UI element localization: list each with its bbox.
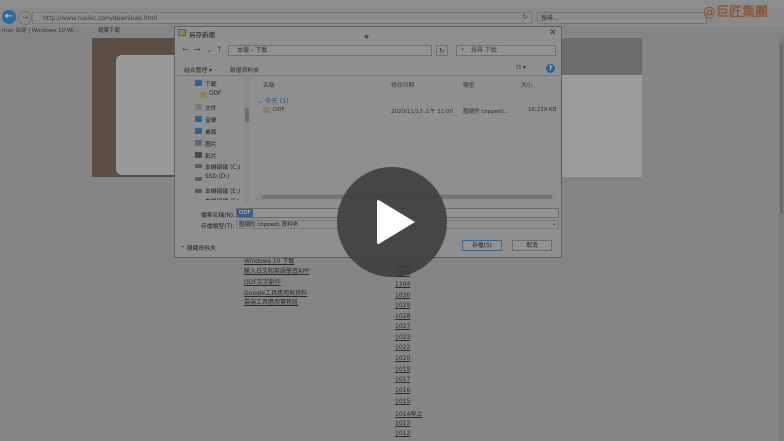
page-number-link[interactable]: 1019 bbox=[395, 366, 410, 373]
new-folder-button[interactable]: 新增資料夾 bbox=[230, 65, 259, 74]
file-name: ODF bbox=[273, 107, 285, 113]
chevron-down-icon[interactable]: ⌄ bbox=[552, 220, 557, 227]
play-icon[interactable] bbox=[377, 199, 415, 245]
page-number-link[interactable]: 1014早上 bbox=[395, 409, 422, 418]
folder-icon bbox=[200, 92, 207, 98]
nav-item-drive-f[interactable]: 本機磁碟 (F:) bbox=[205, 196, 239, 200]
page-link[interactable]: 輸入日文和英語學習APP bbox=[244, 266, 309, 275]
file-type-label: 存檔類型(T): bbox=[201, 224, 235, 230]
refresh-icon[interactable]: ↻ bbox=[522, 13, 528, 21]
nav-item-desktop[interactable]: 桌面 bbox=[205, 127, 217, 136]
nav-item-drive-c[interactable]: 本機磁碟 (C:) bbox=[205, 162, 241, 171]
nav-item-drive-d[interactable]: SSD (D:) bbox=[205, 174, 230, 180]
filename-label: 檔案名稱(N): bbox=[201, 213, 236, 219]
forward-arrow-icon[interactable]: → bbox=[194, 45, 201, 54]
mouse-cursor-icon: ⌖ bbox=[364, 33, 370, 43]
zip-folder-icon bbox=[263, 107, 270, 113]
nav-item-odf[interactable]: ODF bbox=[209, 91, 221, 97]
browser-search-input[interactable]: 搜尋... bbox=[537, 12, 707, 24]
page-number-link[interactable]: 1023 bbox=[395, 334, 410, 341]
nav-item-downloads[interactable]: 下載 bbox=[205, 79, 217, 88]
page-number-link[interactable]: 1012 bbox=[395, 430, 410, 437]
page-number-link[interactable]: 1027 bbox=[395, 323, 410, 330]
drive-icon bbox=[195, 164, 202, 168]
file-type: 壓縮的 (zipped)... bbox=[463, 109, 510, 115]
page-number-link[interactable]: 1015 bbox=[395, 398, 410, 405]
page-number-link[interactable]: 1022 bbox=[395, 344, 410, 351]
music-icon bbox=[195, 116, 202, 122]
recent-chevron-icon[interactable]: ⌄ bbox=[206, 45, 213, 54]
document-icon bbox=[195, 104, 202, 110]
save-button[interactable]: 存檔(S) bbox=[462, 240, 502, 251]
group-header-today[interactable]: ⌄ 今天 (1) bbox=[257, 95, 289, 105]
page-number-link[interactable]: 1013 bbox=[395, 420, 410, 427]
download-icon bbox=[195, 80, 202, 86]
file-modified: 2020/11/13 上午 11:00 bbox=[391, 109, 454, 115]
nav-scrollbar-thumb[interactable] bbox=[245, 108, 249, 122]
nav-scrollbar[interactable] bbox=[244, 76, 250, 204]
column-header-name[interactable]: 名稱 bbox=[263, 80, 275, 89]
dialog-search-input[interactable]: 搜尋 下載 bbox=[456, 45, 556, 56]
nav-item-pictures[interactable]: 圖片 bbox=[205, 139, 217, 148]
tab-download[interactable]: 檔案下載 bbox=[98, 27, 168, 36]
tab-msn[interactable]: msn 台灣 | Windows 10 Wi... bbox=[2, 27, 94, 36]
page-number-link[interactable]: 1028 bbox=[395, 313, 410, 320]
organize-button[interactable]: 組合管理 ▾ bbox=[184, 65, 212, 74]
page-scrollbar-thumb[interactable] bbox=[780, 44, 783, 214]
picture-icon bbox=[195, 140, 202, 146]
cancel-button[interactable]: 取消 bbox=[512, 240, 552, 251]
page-number-link[interactable]: 1020 bbox=[395, 355, 410, 362]
url-input[interactable]: http://www.ruelec.com/download.html bbox=[32, 12, 532, 24]
view-options-button[interactable]: ☷ ▾ bbox=[516, 65, 526, 71]
filename-value[interactable]: ODF bbox=[237, 209, 253, 217]
page-number-link[interactable]: 1029 bbox=[395, 302, 410, 309]
forward-button[interactable]: → bbox=[18, 11, 32, 25]
folder-icon bbox=[178, 29, 186, 36]
page-number-link[interactable]: 1030 bbox=[395, 292, 410, 299]
refresh-icon[interactable]: ↻ bbox=[436, 45, 448, 56]
breadcrumb-item[interactable]: 下載 bbox=[255, 47, 267, 54]
column-header-size[interactable]: 大小 bbox=[521, 80, 533, 89]
hide-folders-button[interactable]: ⌃ 隱藏資料夾 bbox=[180, 243, 216, 252]
up-arrow-icon[interactable]: ↑ bbox=[216, 45, 223, 54]
file-size: 18,229 KB bbox=[528, 107, 557, 113]
video-icon bbox=[195, 152, 202, 158]
keyboard-image bbox=[555, 75, 642, 177]
breadcrumb[interactable]: 本機 › 下載 bbox=[228, 45, 432, 56]
page-link[interactable]: 雲端工具應用實務班 bbox=[244, 297, 298, 306]
page-link[interactable]: ODF文字創作 bbox=[244, 277, 281, 286]
drive-icon bbox=[195, 189, 202, 193]
nav-item-drive-e[interactable]: 本機磁碟 (E:) bbox=[205, 186, 240, 195]
nav-item-music[interactable]: 音樂 bbox=[205, 115, 217, 124]
back-arrow-icon[interactable]: ← bbox=[182, 45, 189, 54]
back-button[interactable]: ← bbox=[2, 10, 16, 24]
desktop-icon bbox=[195, 128, 202, 134]
column-header-modified[interactable]: 修改日期 bbox=[391, 80, 414, 89]
page-number-link[interactable]: 1016 bbox=[395, 387, 410, 394]
page-number-link[interactable]: 1104 bbox=[395, 281, 410, 288]
search-icon: ⌕ bbox=[461, 46, 465, 53]
help-button[interactable]: ? bbox=[546, 64, 555, 73]
nav-item-documents[interactable]: 文件 bbox=[205, 103, 217, 112]
brand-watermark: @巨匠集團 bbox=[703, 5, 769, 20]
close-button[interactable]: ✕ bbox=[549, 28, 557, 38]
page-link[interactable]: Google工具應用與資料 bbox=[244, 288, 307, 297]
page-number-link[interactable]: 1017 bbox=[395, 376, 410, 383]
breadcrumb-item[interactable]: 本機 bbox=[237, 47, 249, 54]
nav-item-videos[interactable]: 影片 bbox=[205, 151, 217, 160]
drive-icon bbox=[195, 177, 202, 181]
column-header-type[interactable]: 類型 bbox=[463, 80, 475, 89]
dialog-title: 另存新檔 bbox=[189, 31, 215, 39]
